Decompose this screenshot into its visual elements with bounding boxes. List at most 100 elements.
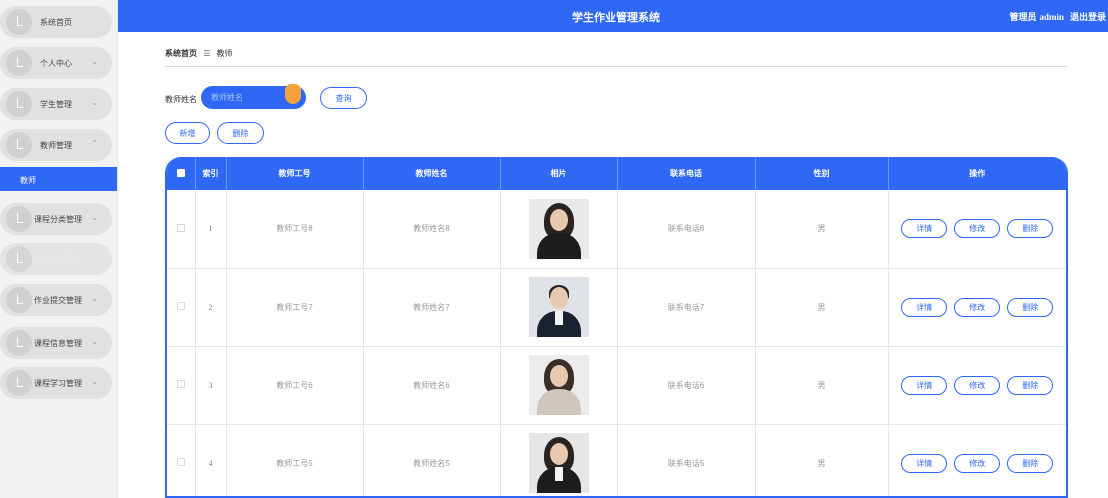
top-header: 学生作业管理系统 管理员 admin 退出登录: [118, 0, 1108, 32]
column-header: 操作: [969, 169, 986, 178]
sidebar: 系统首页 个人中心 ⌄ 学生管理 ⌄ 教师管理 ⌃ 教师 课程分类管理 ⌄ 作业…: [0, 0, 118, 498]
sidebar-item-label: 学生管理: [40, 100, 72, 109]
edit-button[interactable]: 修改: [954, 453, 1001, 473]
column-header: 相片: [500, 157, 618, 190]
sidebar-item-homework-info[interactable]: 作业信息管理 ⌄: [0, 243, 112, 275]
table-header-row: 索引 教师工号 教师姓名 相片 联系电话 性别 操作: [167, 157, 1066, 190]
logout-link[interactable]: 退出登录: [1070, 12, 1106, 22]
cell-index: 3: [195, 346, 227, 425]
query-button[interactable]: 查询: [320, 87, 367, 109]
sidebar-item-label: 教师管理: [40, 141, 72, 150]
row-checkbox[interactable]: [167, 268, 196, 347]
delete-button[interactable]: 删除: [1007, 219, 1054, 239]
edit-button[interactable]: 修改: [954, 297, 1001, 317]
cell-phone: 联系电话6: [617, 346, 756, 425]
menu-bullet-icon: [6, 206, 32, 232]
row-checkbox[interactable]: [167, 424, 196, 496]
sidebar-subitem-teacher[interactable]: 教师: [0, 167, 117, 191]
cell-teacher-id: 教师工号5: [226, 424, 364, 496]
column-header: 索引: [195, 157, 227, 190]
teacher-photo: [528, 277, 589, 337]
chevron-down-icon: ⌄: [91, 57, 98, 66]
cell-teacher-name: 教师姓名5: [363, 424, 501, 496]
edit-button[interactable]: 修改: [954, 375, 1001, 395]
delete-button[interactable]: 删除: [1007, 453, 1054, 473]
chevron-down-icon: ⌄: [91, 377, 98, 386]
chevron-down-icon: ⌄: [91, 98, 98, 107]
sidebar-item-label: 课程学习管理: [34, 379, 82, 388]
add-button[interactable]: 新增: [165, 122, 210, 144]
cell-photo: [500, 424, 618, 496]
detail-button[interactable]: 详情: [901, 375, 948, 395]
column-header: 教师姓名: [363, 157, 501, 190]
cell-teacher-name: 教师姓名7: [363, 268, 501, 347]
delete-button[interactable]: 删除: [1007, 375, 1054, 395]
breadcrumb-current: 教师: [216, 49, 233, 58]
cell-phone: 联系电话5: [617, 424, 756, 496]
sidebar-item-label: 课程分类管理: [34, 215, 82, 224]
detail-button[interactable]: 详情: [901, 297, 948, 317]
cell-index: 4: [195, 424, 227, 496]
sidebar-item-homework-submission[interactable]: 作业提交管理 ⌄: [0, 284, 112, 316]
detail-button[interactable]: 详情: [901, 453, 948, 473]
app-title: 学生作业管理系统: [572, 12, 660, 24]
divider: [165, 66, 1067, 67]
row-checkbox[interactable]: [167, 190, 196, 269]
menu-bullet-icon: [6, 9, 32, 35]
chevron-down-icon: ⌄: [91, 337, 98, 346]
cell-gender: 男: [755, 268, 889, 347]
sidebar-item-course-info[interactable]: 课程信息管理 ⌄: [0, 327, 112, 359]
user-role: 管理员: [1009, 12, 1037, 22]
cell-index: 1: [195, 190, 227, 269]
detail-button[interactable]: 详情: [901, 219, 948, 239]
breadcrumb: 系统首页 ☰ 教师: [165, 48, 233, 59]
column-header: 性别: [755, 157, 889, 190]
delete-button[interactable]: 删除: [1007, 297, 1054, 317]
sidebar-item-home[interactable]: 系统首页: [0, 6, 112, 38]
sidebar-item-label: 课程信息管理: [34, 339, 82, 348]
cell-actions: 详情 修改 删除: [888, 268, 1066, 347]
cell-teacher-id: 教师工号7: [226, 268, 364, 347]
cell-actions: 详情 修改 删除: [888, 190, 1066, 269]
menu-bullet-icon: [6, 246, 32, 272]
username: admin: [1039, 12, 1064, 22]
edit-button[interactable]: 修改: [954, 219, 1001, 239]
sidebar-item-course-category[interactable]: 课程分类管理 ⌄: [0, 203, 112, 235]
menu-icon: ☰: [203, 49, 211, 58]
sidebar-item-teacher-management[interactable]: 教师管理 ⌃: [0, 129, 112, 161]
cell-photo: [500, 268, 618, 347]
batch-delete-button[interactable]: 删除: [217, 122, 264, 144]
cell-index: 2: [195, 268, 227, 347]
sidebar-item-student-management[interactable]: 学生管理 ⌄: [0, 88, 112, 120]
cell-photo: [500, 346, 618, 425]
chevron-down-icon: ⌄: [91, 253, 98, 262]
table-row: 4 教师工号5 教师姓名5 联系电话5 男 详情 修改 删除: [167, 424, 1066, 496]
cell-teacher-id: 教师工号8: [226, 190, 364, 269]
cell-gender: 男: [755, 346, 889, 425]
cell-gender: 男: [755, 190, 889, 269]
teacher-photo: [528, 198, 589, 259]
search-label: 教师姓名: [165, 95, 197, 104]
chevron-down-icon: ⌄: [91, 294, 98, 303]
cell-actions: 详情 修改 删除: [888, 346, 1066, 425]
teacher-table: 索引 教师工号 教师姓名 相片 联系电话 性别 操作 1 教师工号8 教师姓名8…: [165, 157, 1068, 498]
sidebar-item-personal-center[interactable]: 个人中心 ⌄: [0, 47, 112, 79]
sidebar-item-label: 个人中心: [40, 59, 72, 68]
cell-actions: 详情 修改 删除: [888, 424, 1066, 496]
menu-bullet-icon: [6, 370, 32, 396]
teacher-photo: [528, 355, 589, 415]
select-all-checkbox[interactable]: [167, 157, 196, 190]
sidebar-item-label: 作业提交管理: [34, 296, 82, 305]
breadcrumb-home[interactable]: 系统首页: [165, 49, 197, 58]
input-knob-icon: [285, 84, 301, 104]
column-header: 教师工号: [226, 157, 364, 190]
menu-bullet-icon: [6, 132, 32, 158]
user-area: 管理员 admin 退出登录: [1009, 10, 1106, 23]
menu-bullet-icon: [6, 287, 32, 313]
row-checkbox[interactable]: [167, 346, 196, 425]
cell-photo: [500, 190, 618, 269]
teacher-photo: [528, 433, 589, 493]
chevron-down-icon: ⌄: [91, 213, 98, 222]
sidebar-item-course-study[interactable]: 课程学习管理 ⌄: [0, 367, 112, 399]
cell-gender: 男: [755, 424, 889, 496]
